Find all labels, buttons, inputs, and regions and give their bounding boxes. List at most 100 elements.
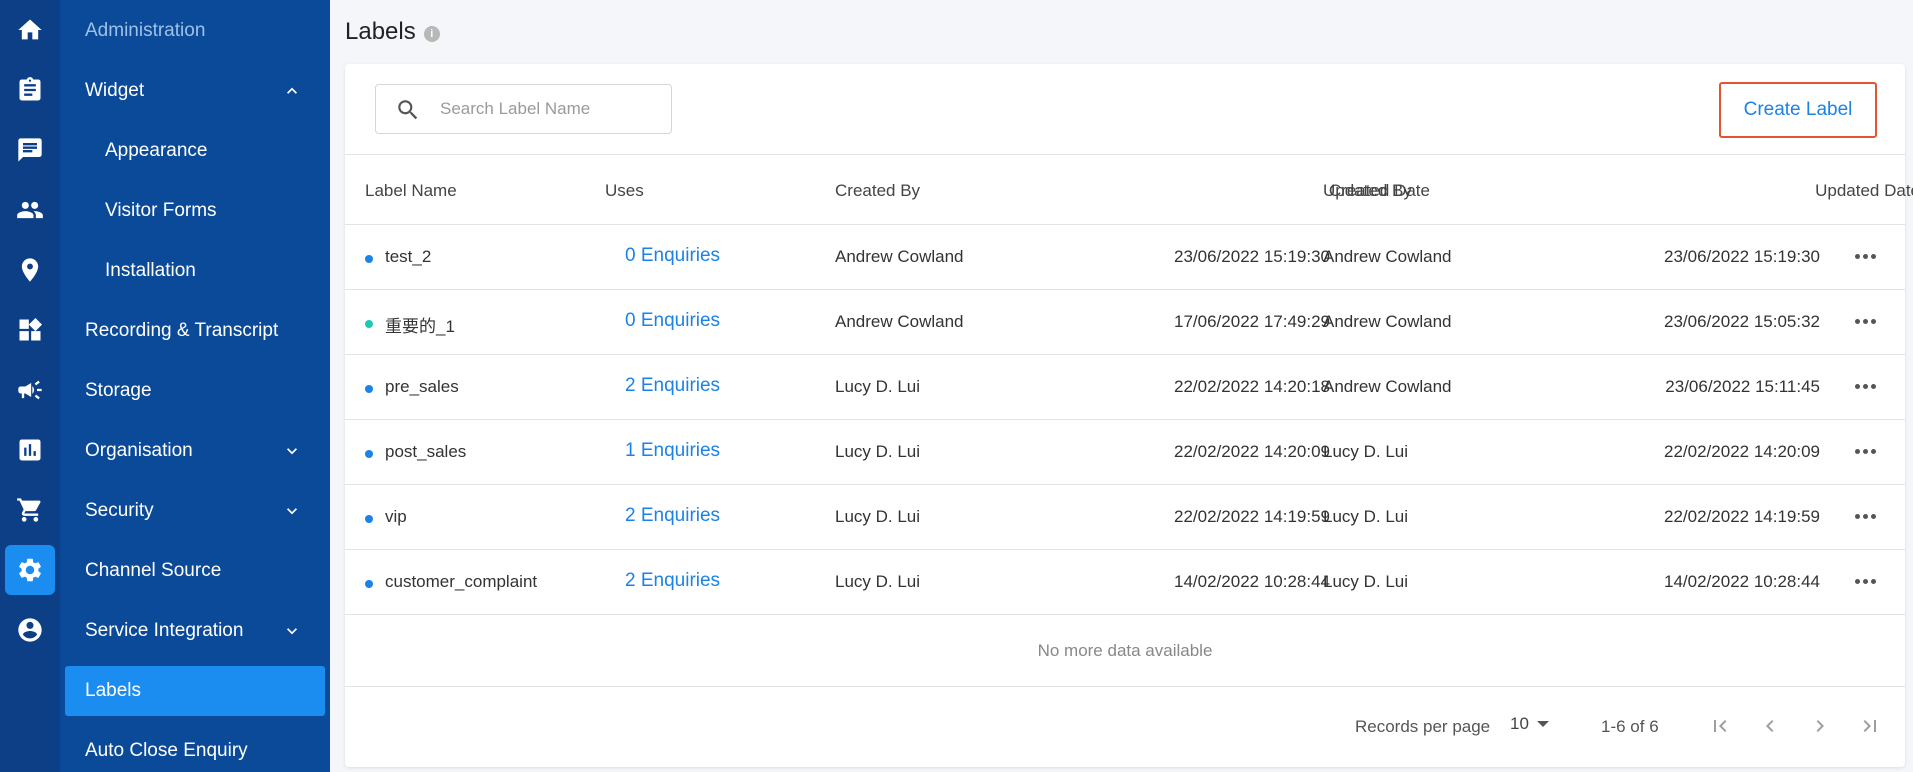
created-by: Lucy D. Lui (835, 442, 921, 461)
updated-by: Lucy D. Lui (1323, 442, 1409, 461)
uses-link[interactable]: 2 Enquiries (625, 375, 720, 397)
chevron-up-icon (282, 81, 302, 101)
chevron-down-icon (282, 441, 302, 461)
table-row[interactable]: pre_sales 2 Enquiries Lucy D. Lui 22/02/… (345, 355, 1905, 420)
sidebar-item-channel-source[interactable]: Channel Source (60, 547, 330, 595)
chevron-down-icon (282, 501, 302, 521)
sidebar-item-appearance[interactable]: Appearance (60, 127, 330, 175)
home-icon[interactable] (5, 5, 55, 55)
label-name: 重要的_1 (385, 317, 455, 336)
label-name: test_2 (385, 247, 432, 266)
clipboard-icon[interactable] (5, 65, 55, 115)
created-date: 14/02/2022 10:28:44 (1174, 572, 1330, 591)
bar-chart-icon[interactable] (5, 425, 55, 475)
table-row[interactable]: customer_complaint 2 Enquiries Lucy D. L… (345, 550, 1905, 615)
updated-date: 22/02/2022 14:20:09 (1664, 442, 1820, 461)
more-options-icon[interactable] (1850, 245, 1880, 267)
uses-link[interactable]: 0 Enquiries (625, 310, 720, 332)
updated-by: Lucy D. Lui (1323, 572, 1409, 591)
table-row[interactable]: test_2 0 Enquiries Andrew Cowland 23/06/… (345, 225, 1905, 290)
people-icon[interactable] (5, 185, 55, 235)
no-more-data-text: No more data available (1037, 641, 1213, 660)
sidebar-item-labels[interactable]: Labels (65, 666, 325, 716)
column-header-uses[interactable]: Uses (605, 181, 644, 201)
page-title-text: Labels (345, 18, 416, 45)
divider (345, 154, 1905, 155)
sidebar-item-service-integration[interactable]: Service Integration (60, 607, 330, 655)
created-date: 23/06/2022 15:19:30 (1174, 247, 1330, 266)
column-header-updated-by[interactable]: Updated By (1323, 181, 1412, 201)
created-by: Lucy D. Lui (835, 572, 921, 591)
chat-icon[interactable] (5, 125, 55, 175)
uses-link[interactable]: 2 Enquiries (625, 570, 720, 592)
label-name: customer_complaint (385, 572, 538, 591)
label-color-dot (365, 385, 373, 393)
cart-icon[interactable] (5, 485, 55, 535)
search-input[interactable] (440, 95, 660, 123)
sidebar-item-widget[interactable]: Widget (60, 67, 330, 115)
sidebar-item-security[interactable]: Security (60, 487, 330, 535)
sidebar-item-visitor-forms[interactable]: Visitor Forms (60, 187, 330, 235)
records-per-page-select[interactable]: 10 (1510, 714, 1549, 734)
megaphone-icon[interactable] (5, 365, 55, 415)
previous-page-icon[interactable] (1755, 711, 1785, 741)
chevron-down-icon (282, 621, 302, 641)
create-label-button[interactable]: Create Label (1719, 82, 1877, 138)
more-options-icon[interactable] (1850, 440, 1880, 462)
column-header-label-name[interactable]: Label Name (365, 181, 457, 201)
column-header-created-by[interactable]: Created By (835, 181, 920, 201)
updated-by: Andrew Cowland (1323, 312, 1452, 331)
label-color-dot (365, 580, 373, 588)
created-date: 17/06/2022 17:49:29 (1174, 312, 1330, 331)
table-row[interactable]: 重要的_1 0 Enquiries Andrew Cowland 17/06/2… (345, 290, 1905, 355)
gear-icon[interactable] (5, 545, 55, 595)
column-header-updated-date[interactable]: Updated Date (1670, 181, 1913, 201)
table-row[interactable]: post_sales 1 Enquiries Lucy D. Lui 22/02… (345, 420, 1905, 485)
page-title: Labels i (345, 18, 440, 46)
more-options-icon[interactable] (1850, 505, 1880, 527)
first-page-icon[interactable] (1705, 711, 1735, 741)
sidebar-header: Administration (85, 20, 206, 41)
uses-link[interactable]: 1 Enquiries (625, 440, 720, 462)
more-options-icon[interactable] (1850, 310, 1880, 332)
updated-date: 23/06/2022 15:19:30 (1664, 247, 1820, 266)
updated-by: Andrew Cowland (1323, 377, 1452, 396)
created-by: Andrew Cowland (835, 312, 964, 331)
more-options-icon[interactable] (1850, 375, 1880, 397)
more-options-icon[interactable] (1850, 570, 1880, 592)
next-page-icon[interactable] (1805, 711, 1835, 741)
label-color-dot (365, 255, 373, 263)
records-per-page-label: Records per page (1355, 717, 1491, 736)
updated-by: Andrew Cowland (1323, 247, 1452, 266)
label-name: vip (385, 507, 407, 526)
sidebar-item-recording-transcript[interactable]: Recording & Transcript (60, 307, 330, 355)
updated-date: 23/06/2022 15:11:45 (1665, 377, 1820, 396)
label-color-dot (365, 320, 373, 328)
info-icon[interactable]: i (423, 25, 440, 42)
caret-down-icon (1536, 721, 1549, 727)
label-color-dot (365, 515, 373, 523)
uses-link[interactable]: 0 Enquiries (625, 245, 720, 267)
sidebar-item-installation[interactable]: Installation (60, 247, 330, 295)
sidebar-item-auto-close-enquiry[interactable]: Auto Close Enquiry (60, 727, 330, 772)
icon-rail (0, 0, 60, 772)
account-icon[interactable] (5, 605, 55, 655)
updated-by: Lucy D. Lui (1323, 507, 1409, 526)
last-page-icon[interactable] (1855, 711, 1885, 741)
sidebar: Administration Widget Appearance Visitor… (60, 0, 330, 772)
widgets-icon[interactable] (5, 305, 55, 355)
sidebar-item-organisation[interactable]: Organisation (60, 427, 330, 475)
sidebar-item-storage[interactable]: Storage (60, 367, 330, 415)
label-color-dot (365, 450, 373, 458)
pagination-range: 1-6 of 6 (1601, 717, 1659, 736)
uses-link[interactable]: 2 Enquiries (625, 505, 720, 527)
created-by: Lucy D. Lui (835, 507, 921, 526)
table-row[interactable]: vip 2 Enquiries Lucy D. Lui 22/02/2022 1… (345, 485, 1905, 550)
divider (345, 614, 1905, 615)
created-by: Lucy D. Lui (835, 377, 921, 396)
search-box[interactable] (375, 84, 672, 134)
created-date: 22/02/2022 14:20:09 (1174, 442, 1330, 461)
search-icon (395, 97, 421, 123)
updated-date: 22/02/2022 14:19:59 (1664, 507, 1820, 526)
location-pin-icon[interactable] (5, 245, 55, 295)
